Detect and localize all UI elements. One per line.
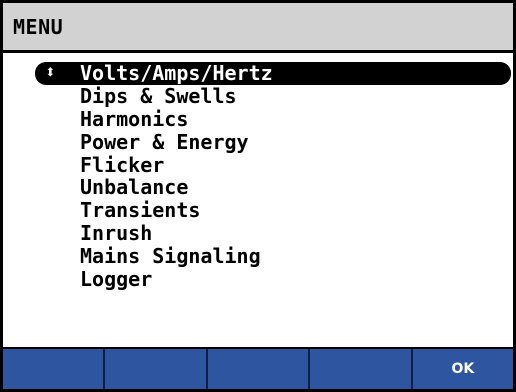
menu-item-volts-amps-hertz[interactable]: ⬍ Volts/Amps/Hertz — [35, 62, 511, 85]
menu-item-inrush[interactable]: Inrush — [3, 222, 513, 245]
menu-item-label: Volts/Amps/Hertz — [80, 61, 273, 85]
menu-item-mains-signaling[interactable]: Mains Signaling — [3, 245, 513, 268]
menu-item-transients[interactable]: Transients — [3, 199, 513, 222]
menu-item-label: Transients — [80, 198, 201, 223]
menu-item-label: Inrush — [80, 221, 153, 246]
menu-item-label: Logger — [80, 267, 153, 292]
menu-item-label: Power & Energy — [80, 129, 249, 154]
menu-item-label: Flicker — [80, 152, 165, 177]
menu-item-unbalance[interactable]: Unbalance — [3, 176, 513, 199]
menu-item-harmonics[interactable]: Harmonics — [3, 106, 513, 131]
softkey-1[interactable] — [3, 349, 106, 389]
menu-item-flicker[interactable]: Flicker — [3, 152, 513, 177]
softkey-bar: OK — [3, 347, 513, 389]
menu-header: MENU — [3, 3, 513, 53]
device-screen: MENU ⬍ Volts/Amps/Hertz Dips & Swells Ha… — [0, 0, 516, 392]
softkey-4[interactable] — [310, 349, 413, 389]
softkey-3[interactable] — [208, 349, 311, 389]
menu-list: ⬍ Volts/Amps/Hertz Dips & Swells Harmoni… — [3, 56, 513, 347]
menu-item-label: Harmonics — [80, 106, 189, 131]
ok-softkey[interactable]: OK — [413, 349, 513, 389]
updown-arrows-icon: ⬍ — [45, 62, 56, 83]
menu-item-label: Unbalance — [80, 175, 189, 200]
menu-item-logger[interactable]: Logger — [3, 268, 513, 291]
softkey-2[interactable] — [105, 349, 208, 389]
menu-item-dips-swells[interactable]: Dips & Swells — [3, 83, 513, 108]
menu-item-label: Mains Signaling — [80, 244, 261, 269]
menu-item-label: Dips & Swells — [80, 83, 237, 108]
menu-item-power-energy[interactable]: Power & Energy — [3, 129, 513, 154]
page-title: MENU — [13, 14, 64, 39]
